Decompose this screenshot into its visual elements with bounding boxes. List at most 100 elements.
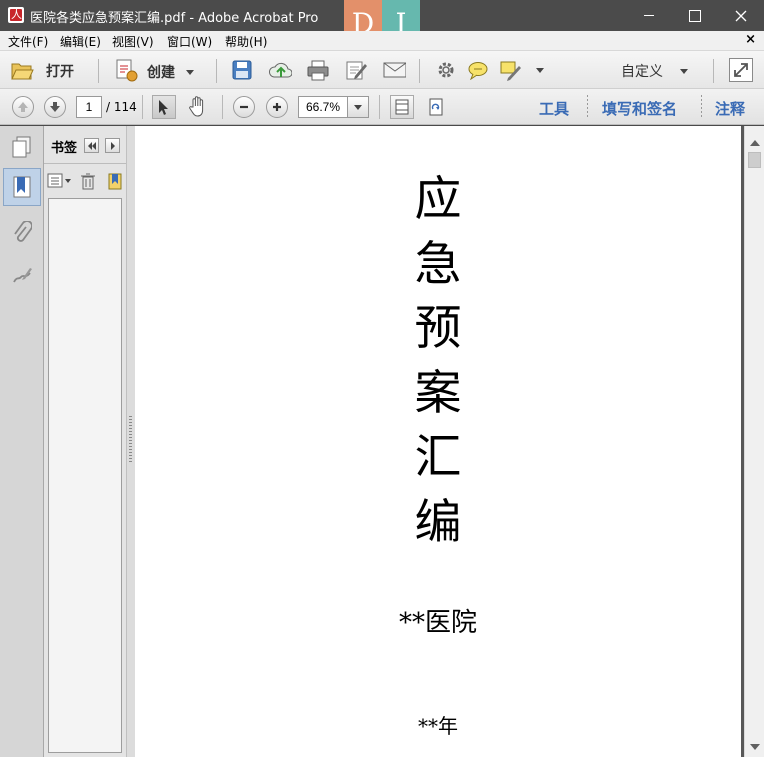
title-char: 急 [414, 236, 462, 292]
comment-button[interactable] [466, 58, 490, 82]
page-number-input[interactable] [76, 96, 102, 118]
rotate-page-button[interactable] [424, 95, 448, 119]
menu-file[interactable]: 文件(F) [8, 33, 48, 50]
bookmark-options-button[interactable] [47, 169, 73, 193]
scrollbar-thumb[interactable] [748, 152, 761, 168]
title-char: 案 [414, 365, 462, 421]
next-page-button[interactable] [44, 96, 66, 118]
open-label[interactable]: 打开 [46, 61, 74, 81]
customize-label[interactable]: 自定义 [621, 61, 663, 81]
chevron-down-icon[interactable] [186, 70, 194, 75]
fit-page-button[interactable] [390, 95, 414, 119]
title-char: 编 [414, 494, 462, 550]
zoom-in-button[interactable] [266, 96, 288, 118]
splitter-grip[interactable] [129, 416, 132, 464]
highlight-button[interactable] [499, 58, 523, 82]
menu-view[interactable]: 视图(V) [112, 33, 154, 50]
create-label[interactable]: 创建 [147, 62, 175, 82]
document-view[interactable]: 应 急 预 案 汇 编 **医院 **年 [135, 126, 744, 757]
vertical-scrollbar[interactable] [744, 126, 764, 757]
chevron-right-icon [110, 141, 115, 150]
select-tool-button[interactable] [152, 95, 176, 119]
trash-icon [81, 173, 95, 190]
collapse-panel-button[interactable] [84, 138, 99, 153]
window-title: 医院各类应急预案汇编.pdf - Adobe Acrobat Pro [30, 11, 319, 26]
save-icon [232, 60, 252, 80]
settings-button[interactable] [434, 58, 458, 82]
chevron-down-icon [354, 105, 362, 110]
tab-tools[interactable]: 工具 [539, 98, 569, 119]
print-button[interactable] [306, 58, 330, 82]
previous-page-button[interactable] [12, 96, 34, 118]
minimize-button[interactable] [626, 0, 672, 31]
title-char: 应 [414, 172, 462, 227]
toolbar-separator [713, 59, 714, 83]
document-year: **年 [418, 714, 458, 738]
close-icon [735, 10, 747, 21]
navigation-pane-strip [0, 126, 44, 757]
title-char: 汇 [414, 430, 462, 485]
more-tools-chevron-icon[interactable] [536, 68, 544, 73]
attachments-button[interactable] [3, 214, 41, 252]
zoom-dropdown-button[interactable] [347, 96, 369, 118]
zoom-level-input[interactable]: 66.7% [298, 96, 348, 118]
new-bookmark-button[interactable] [106, 169, 124, 193]
panel-menu-button[interactable] [105, 138, 120, 153]
page-thumbnails-button[interactable] [3, 128, 41, 166]
bookmarks-button[interactable] [3, 168, 41, 206]
full-screen-button[interactable] [729, 58, 753, 82]
email-button[interactable] [382, 58, 406, 82]
pane-splitter[interactable] [126, 126, 135, 757]
hospital-name: **医院 [398, 608, 477, 638]
menu-window[interactable]: 窗口(W) [167, 33, 212, 50]
bookmarks-list[interactable] [48, 198, 122, 753]
toolbar-separator [379, 95, 380, 119]
tab-comment[interactable]: 注释 [715, 98, 745, 119]
bookmarks-panel-header: 书签 [44, 126, 126, 164]
pages-icon [12, 136, 31, 158]
fit-page-icon [395, 99, 409, 115]
create-pdf-icon [116, 59, 138, 82]
menu-help[interactable]: 帮助(H) [225, 33, 267, 50]
folder-open-icon [11, 63, 34, 80]
scroll-down-arrow-icon[interactable] [750, 744, 760, 750]
maximize-button[interactable] [672, 0, 718, 31]
main-toolbar: 打开 创建 自定义 [0, 51, 764, 89]
edit-icon [346, 61, 367, 80]
email-icon [383, 62, 406, 78]
bookmarks-title: 书签 [51, 141, 78, 156]
toolbar-separator [98, 59, 99, 83]
acrobat-app-icon[interactable] [8, 7, 24, 23]
bookmark-icon [13, 176, 31, 198]
close-document-button[interactable]: × [745, 32, 756, 47]
tab-separator [587, 95, 588, 119]
edit-button[interactable] [345, 58, 369, 82]
signatures-button[interactable] [3, 256, 41, 294]
navigation-toolbar: / 114 66.7% 工具 填写和签名 注释 [0, 89, 764, 125]
title-char: 预 [414, 301, 462, 356]
menu-edit[interactable]: 编辑(E) [60, 33, 101, 50]
plus-icon [273, 103, 281, 111]
signature-pen-icon [13, 268, 32, 283]
delete-bookmark-button[interactable] [78, 169, 98, 193]
customize-chevron-icon[interactable] [680, 69, 688, 74]
options-list-icon [47, 173, 71, 188]
zoom-out-button[interactable] [233, 96, 255, 118]
upload-button[interactable] [268, 58, 292, 82]
print-icon [307, 60, 329, 81]
highlight-icon [500, 61, 521, 81]
open-button[interactable] [10, 58, 34, 82]
close-window-button[interactable] [718, 0, 764, 31]
arrow-down-icon [50, 102, 60, 112]
cursor-icon [159, 100, 168, 115]
tab-fill-sign[interactable]: 填写和签名 [602, 98, 677, 119]
minus-icon [240, 105, 248, 109]
bookmarks-toolbar [44, 164, 126, 198]
hand-tool-button[interactable] [186, 95, 210, 119]
bookmarks-panel: 书签 [44, 126, 126, 757]
save-button[interactable] [230, 58, 254, 82]
create-button[interactable] [114, 58, 138, 82]
expand-icon [734, 63, 748, 77]
scroll-up-arrow-icon[interactable] [750, 140, 760, 146]
toolbar-separator [216, 59, 217, 83]
